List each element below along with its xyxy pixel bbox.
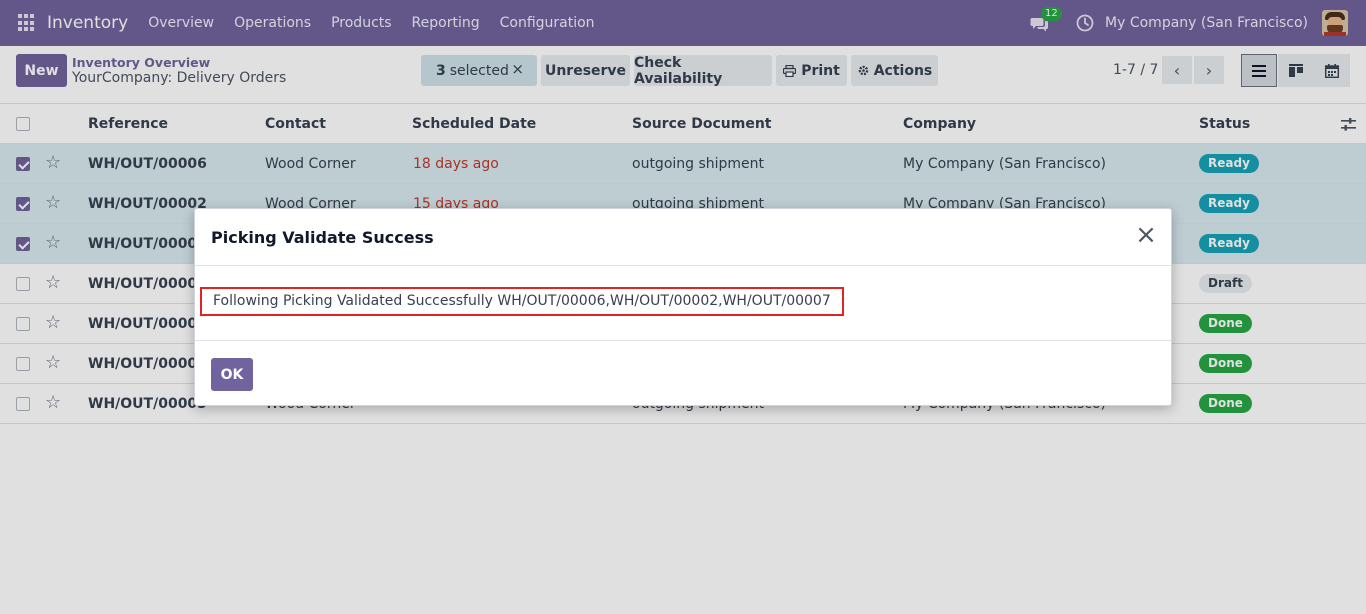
picking-validate-dialog: Picking Validate Success × Following Pic… <box>194 208 1172 406</box>
close-icon[interactable]: × <box>1133 222 1159 249</box>
dialog-title: Picking Validate Success <box>211 228 434 247</box>
ok-button[interactable]: OK <box>211 358 253 391</box>
dialog-body: Following Picking Validated Successfully… <box>195 266 1171 341</box>
dialog-header: Picking Validate Success × <box>195 209 1171 266</box>
dialog-message: Following Picking Validated Successfully… <box>200 287 844 316</box>
